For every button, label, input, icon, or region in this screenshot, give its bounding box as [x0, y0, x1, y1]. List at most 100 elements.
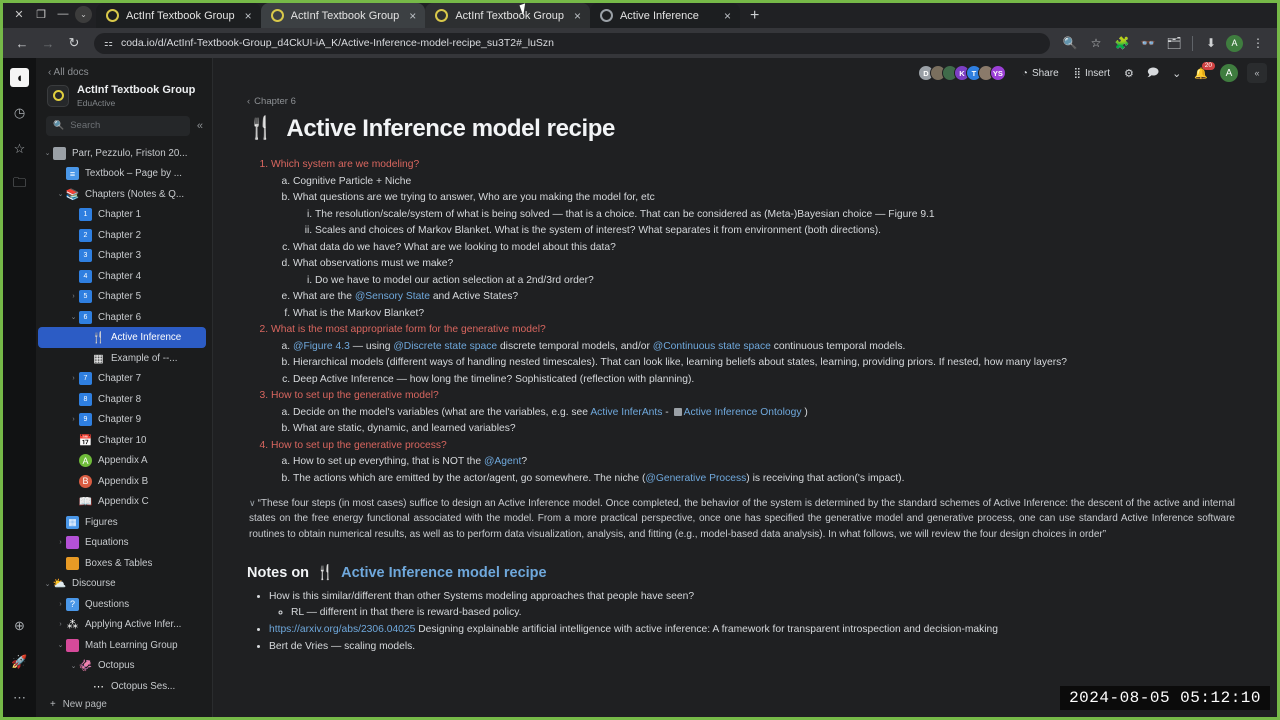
plus-circle-icon[interactable]: ⊕ [9, 615, 31, 637]
sidebar-item-equations[interactable]: › Equations [38, 532, 206, 553]
search-input[interactable]: 🔍 Search [46, 115, 190, 136]
more-dots-icon[interactable]: ⋯ [9, 687, 31, 709]
twist-icon[interactable]: ⌄ [42, 149, 53, 157]
folder-icon[interactable]: 🗀 [9, 174, 31, 196]
back-icon[interactable]: ← [11, 32, 33, 54]
tab-close-icon[interactable]: × [721, 10, 734, 22]
sidebar-item-octopus[interactable]: ⌄ 🦑 Octopus [38, 655, 206, 676]
glasses-icon[interactable]: 👓 [1137, 32, 1159, 54]
twist-icon[interactable]: ⌄ [55, 190, 66, 198]
clock-icon[interactable]: ◷ [9, 102, 31, 124]
sidebar-item-chapter-9[interactable]: › 9 Chapter 9 [38, 409, 206, 430]
page-title: Active Inference model recipe [286, 115, 615, 142]
browser-tab-0[interactable]: ActInf Textbook Group × [96, 3, 261, 28]
bookmark-star-icon[interactable]: ☆ [1085, 32, 1107, 54]
share-button[interactable]: ◔ Share [1017, 65, 1064, 82]
squares-icon [66, 638, 79, 652]
tab-close-icon[interactable]: × [571, 10, 584, 22]
address-bar[interactable]: ⚏ coda.io/d/ActInf-Textbook-Group_d4CkUI… [94, 32, 1050, 54]
twist-icon[interactable]: › [68, 375, 79, 382]
new-page-button[interactable]: + New page [36, 693, 212, 717]
gear-icon[interactable]: ⚙ [1120, 64, 1138, 83]
sidebar-item-chapters-notes-q[interactable]: ⌄ 📚 Chapters (Notes & Q... [38, 184, 206, 205]
breadcrumb-back-icon[interactable]: ‹ [247, 96, 250, 107]
sidebar-item-example-of[interactable]: ▦ Example of --... [38, 348, 206, 369]
chevron-down-icon[interactable]: ⌄ [1168, 64, 1185, 83]
tab-close-icon[interactable]: × [406, 10, 419, 22]
right-panel-collapse-icon[interactable]: « [1247, 63, 1267, 83]
sidebar-item-chapter-10[interactable]: 📅 Chapter 10 [38, 430, 206, 451]
bell-icon[interactable]: 🔔 20 [1190, 61, 1215, 83]
notes-heading-link[interactable]: Active Inference model recipe [341, 565, 547, 581]
twist-icon[interactable]: › [55, 621, 66, 628]
sidebar-item-octopus-ses[interactable]: ⋯ Octopus Ses... [38, 676, 206, 693]
sidebar-item-boxes-tables[interactable]: Boxes & Tables [38, 553, 206, 574]
sidebar-item-chapter-1[interactable]: 1 Chapter 1 [38, 204, 206, 225]
avatar[interactable]: YS [989, 65, 1006, 81]
browser-profile-avatar[interactable]: A [1226, 34, 1243, 52]
sidebar-item-label: Chapter 8 [98, 393, 142, 405]
twist-icon[interactable]: ⌄ [68, 313, 79, 321]
sidebar-item-questions[interactable]: ›? Questions [38, 594, 206, 615]
insert-button[interactable]: ⣿ Insert [1069, 65, 1115, 82]
cloud-icon: ⛅ [52, 578, 67, 590]
reload-icon[interactable]: ↻ [63, 32, 85, 54]
browser-tab-3[interactable]: Active Inference × [589, 3, 740, 28]
sidebar-item-chapter-7[interactable]: › 7 Chapter 7 [38, 368, 206, 389]
outline-sublist: Cognitive Particle + Niche What questions… [271, 176, 1235, 319]
forward-icon[interactable]: → [37, 32, 59, 54]
tab-group-icon[interactable]: 🗂 [1163, 32, 1185, 54]
window-restore-button[interactable]: ❐ [31, 4, 51, 24]
tune-icon[interactable]: ⚏ [104, 38, 113, 49]
twist-icon[interactable]: › [68, 293, 79, 300]
sidebar-item-chapter-2[interactable]: 2 Chapter 2 [38, 225, 206, 246]
window-chevron-button[interactable]: ⌄ [75, 5, 92, 23]
doc-header[interactable]: ActInf Textbook Group EduActive [36, 84, 212, 116]
window-minimize-button[interactable]: — [53, 4, 73, 24]
all-docs-link[interactable]: ‹ All docs [36, 58, 212, 84]
extension-icon[interactable]: 🧩 [1111, 32, 1133, 54]
sidebar-item-figures[interactable]: ▦ Figures [38, 512, 206, 533]
collapse-caret-icon[interactable]: ∨ [249, 498, 256, 508]
window-close-button[interactable]: ✕ [9, 4, 29, 24]
download-icon[interactable]: ⬇ [1200, 32, 1222, 54]
zoom-icon[interactable]: 🔍 [1059, 32, 1081, 54]
network-icon: ⁂ [67, 619, 78, 631]
sidebar-item-appendix-c[interactable]: 📖 Appendix C [38, 491, 206, 512]
sidebar-item-parr-pezzulo-friston-20[interactable]: ⌄ Parr, Pezzulo, Friston 20... [38, 143, 206, 164]
twist-icon[interactable]: › [55, 539, 66, 546]
browser-tab-title: ActInf Textbook Group [455, 9, 564, 22]
twist-icon[interactable]: ⌄ [55, 641, 66, 649]
sidebar-item-chapter-4[interactable]: 4 Chapter 4 [38, 266, 206, 287]
notes-heading: Notes on 🍴 Active Inference model recipe [247, 564, 1235, 582]
twist-icon[interactable]: ⌄ [42, 580, 53, 588]
sidebar-item-appendix-a[interactable]: A Appendix A [38, 450, 206, 471]
sidebar-item-chapter-6[interactable]: ⌄ 6 Chapter 6 [38, 307, 206, 328]
twist-icon[interactable]: ⌄ [68, 662, 79, 670]
rocket-icon[interactable]: 🚀 [9, 651, 31, 673]
star-icon[interactable]: ☆ [9, 138, 31, 160]
sidebar-item-chapter-5[interactable]: › 5 Chapter 5 [38, 286, 206, 307]
user-avatar[interactable]: A [1220, 64, 1238, 82]
note-sublist: RL — different in that there is reward-b… [269, 607, 1235, 618]
breadcrumb[interactable]: ‹ Chapter 6 [247, 96, 1235, 107]
sidebar-item-active-inference[interactable]: 🍴 Active Inference [38, 327, 206, 348]
browser-menu-icon[interactable]: ⋮ [1247, 32, 1269, 54]
sidebar-item-chapter-8[interactable]: 8 Chapter 8 [38, 389, 206, 410]
sidebar-item-math-learning-group[interactable]: ⌄ Math Learning Group [38, 635, 206, 656]
twist-icon[interactable]: › [68, 416, 79, 423]
comment-icon[interactable]: 🗩 [1143, 61, 1163, 86]
sidebar-item-appendix-b[interactable]: B Appendix B [38, 471, 206, 492]
twist-icon[interactable]: › [55, 601, 66, 608]
coda-logo-icon[interactable]: ◖ [9, 66, 31, 88]
sidebar-item-applying-active-infer[interactable]: › ⁂ Applying Active Infer... [38, 614, 206, 635]
browser-tab-2[interactable]: ActInf Textbook Group × [425, 3, 590, 28]
sidebar-item-discourse[interactable]: ⌄ ⛅ Discourse [38, 573, 206, 594]
sidebar-item-textbook-page-by[interactable]: ≡ Textbook – Page by ... [38, 163, 206, 184]
sidebar-item-chapter-3[interactable]: 3 Chapter 3 [38, 245, 206, 266]
sidebar-collapse-icon[interactable]: « [194, 120, 206, 132]
browser-tab-1[interactable]: ActInf Textbook Group × [260, 3, 426, 28]
new-tab-button[interactable]: + [740, 7, 769, 28]
outline-item-text: Do we have to model our action selection… [315, 274, 594, 286]
tab-close-icon[interactable]: × [242, 10, 255, 22]
